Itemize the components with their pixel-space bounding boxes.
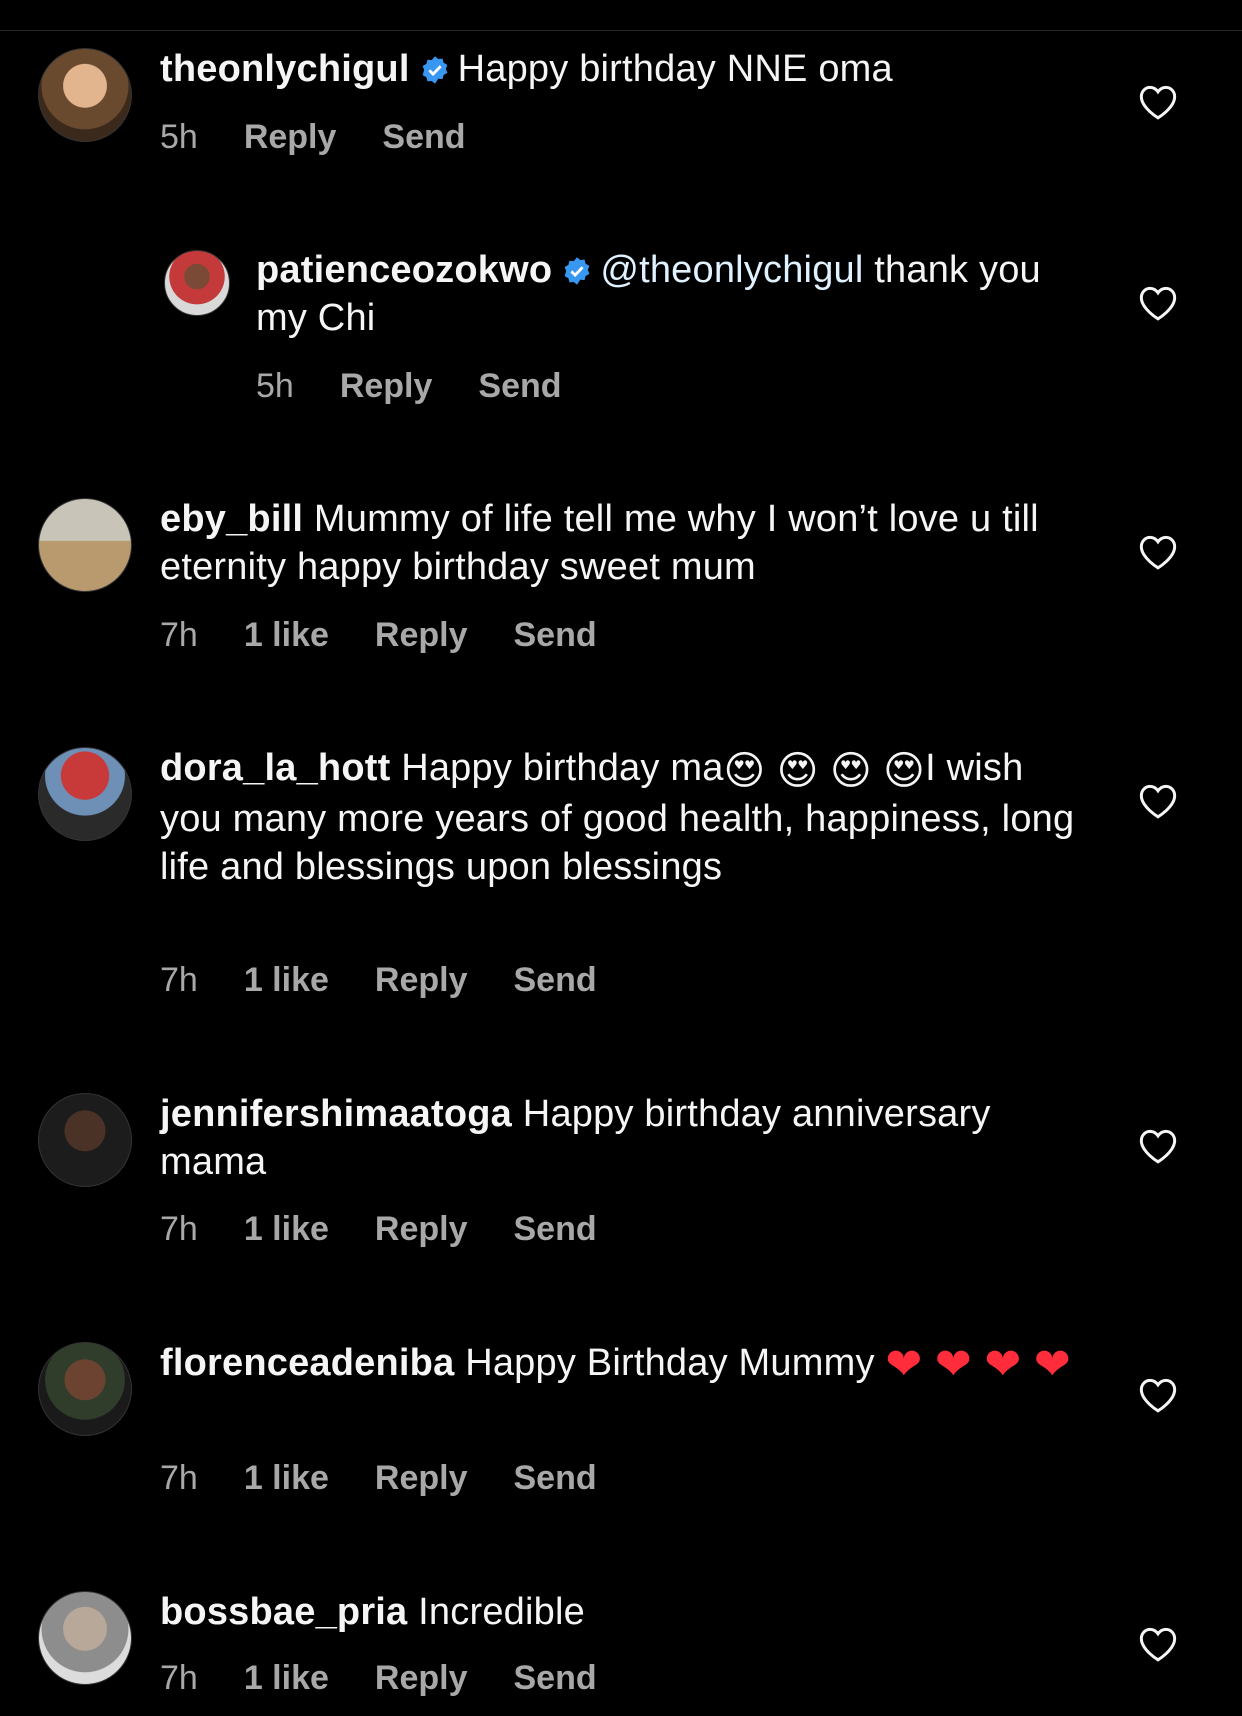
send-button[interactable]: Send	[514, 1659, 597, 1697]
top-divider	[0, 30, 1242, 31]
reply-button[interactable]: Reply	[375, 1459, 468, 1497]
send-button[interactable]: Send	[514, 961, 597, 999]
send-button[interactable]: Send	[478, 367, 561, 405]
username[interactable]: patienceozokwo	[256, 249, 552, 291]
mention-link[interactable]: @theonlychigul	[600, 249, 863, 291]
verified-badge-icon	[564, 257, 590, 285]
reply-button[interactable]: Reply	[375, 1210, 468, 1248]
username[interactable]: bossbae_pria	[160, 1591, 407, 1633]
timestamp: 7h	[160, 1210, 198, 1248]
timestamp: 7h	[160, 616, 198, 654]
heart-outline-icon[interactable]	[1138, 1625, 1178, 1663]
comment-text: Happy birthday ma	[401, 747, 724, 789]
avatar[interactable]	[38, 1093, 132, 1187]
like-count[interactable]: 1 like	[244, 616, 329, 654]
heart-outline-icon[interactable]	[1138, 83, 1178, 121]
avatar[interactable]	[164, 250, 230, 316]
heart-outline-icon[interactable]	[1138, 533, 1178, 571]
comment-meta: 7h 1 like Reply Send	[160, 1459, 643, 1498]
send-button[interactable]: Send	[382, 118, 465, 156]
username[interactable]: eby_bill	[160, 498, 303, 540]
reply-button[interactable]: Reply	[375, 616, 468, 654]
username[interactable]: jennifershimaatoga	[160, 1093, 512, 1135]
timestamp: 7h	[160, 961, 198, 999]
verified-badge-icon	[422, 56, 447, 84]
like-count[interactable]: 1 like	[244, 1210, 329, 1248]
reply-button[interactable]: Reply	[375, 1659, 468, 1697]
comment-meta: 7h 1 like Reply Send	[160, 616, 643, 655]
timestamp: 7h	[160, 1659, 198, 1697]
comment-text: Happy Birthday Mummy	[465, 1342, 886, 1384]
send-button[interactable]: Send	[514, 1459, 597, 1497]
heart-outline-icon[interactable]	[1138, 782, 1178, 820]
comment-meta: 7h 1 like Reply Send	[160, 961, 643, 1000]
timestamp: 5h	[256, 367, 294, 405]
reply-button[interactable]: Reply	[375, 961, 468, 999]
avatar[interactable]	[38, 1591, 132, 1685]
heart-outline-icon[interactable]	[1138, 1127, 1178, 1165]
reply-button[interactable]: Reply	[340, 367, 433, 405]
username[interactable]: theonlychigul	[160, 48, 410, 90]
comment-meta: 7h 1 like Reply Send	[160, 1210, 643, 1249]
like-count[interactable]: 1 like	[244, 961, 329, 999]
like-count[interactable]: 1 like	[244, 1459, 329, 1497]
comment-meta: 5h Reply Send	[256, 367, 608, 406]
avatar[interactable]	[38, 498, 132, 592]
like-count[interactable]: 1 like	[244, 1659, 329, 1697]
avatar[interactable]	[38, 48, 132, 142]
timestamp: 5h	[160, 118, 198, 156]
comment-text: Happy birthday NNE oma	[457, 48, 893, 90]
heart-eyes-emoji: 😍 😍 😍 😍	[723, 749, 926, 793]
send-button[interactable]: Send	[514, 1210, 597, 1248]
heart-outline-icon[interactable]	[1138, 284, 1178, 322]
username[interactable]: florenceadeniba	[160, 1342, 454, 1384]
avatar[interactable]	[38, 1342, 132, 1436]
heart-outline-icon[interactable]	[1138, 1376, 1178, 1414]
comment-meta: 5h Reply Send	[160, 118, 512, 157]
comment-meta: 7h 1 like Reply Send	[160, 1659, 643, 1698]
timestamp: 7h	[160, 1459, 198, 1497]
reply-button[interactable]: Reply	[244, 118, 337, 156]
red-heart-emoji: ❤ ❤ ❤ ❤	[885, 1340, 1071, 1389]
username[interactable]: dora_la_hott	[160, 747, 390, 789]
avatar[interactable]	[38, 747, 132, 841]
send-button[interactable]: Send	[514, 616, 597, 654]
comment-text: Incredible	[418, 1591, 585, 1633]
